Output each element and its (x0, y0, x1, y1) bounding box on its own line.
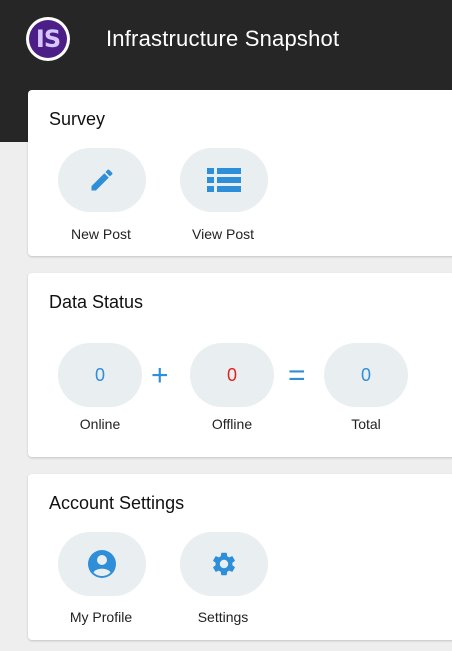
new-post-button[interactable] (58, 148, 146, 212)
settings-button[interactable] (180, 532, 268, 596)
online-count-badge[interactable]: 0 (58, 343, 142, 407)
offline-label: Offline (211, 416, 253, 432)
plus-sign: + (151, 359, 169, 392)
offline-count-badge[interactable]: 0 (190, 343, 274, 407)
account-settings-title: Account Settings (49, 493, 185, 513)
my-profile-button[interactable] (58, 532, 146, 596)
my-profile-label: My Profile (69, 609, 133, 625)
total-count-badge[interactable]: 0 (324, 343, 408, 407)
app-title: Infrastructure Snapshot (106, 26, 340, 51)
data-status-card: Data Status 0 + 0 = 0 Online Offline Tot… (28, 273, 452, 457)
offline-count: 0 (226, 364, 237, 385)
equals-sign: = (288, 359, 306, 392)
account-settings-card: Account Settings My Profile Settings (28, 474, 452, 640)
data-status-title: Data Status (49, 292, 144, 312)
view-post-button[interactable] (180, 148, 268, 212)
total-count: 0 (360, 364, 371, 385)
total-label: Total (351, 416, 381, 432)
online-count: 0 (94, 364, 105, 385)
survey-title: Survey (49, 109, 106, 129)
gear-icon (213, 552, 235, 576)
online-label: Online (79, 416, 121, 432)
user-circle-icon (88, 550, 116, 578)
app-logo-mark: IS (29, 20, 67, 58)
view-post-label: View Post (192, 226, 254, 242)
app-bar-row: IS Infrastructure Snapshot (0, 0, 452, 82)
survey-card: Survey New Post View Post (28, 90, 452, 256)
app-logo: IS (26, 17, 70, 61)
pencil-icon (91, 169, 113, 191)
new-post-label: New Post (71, 226, 131, 242)
list-icon (207, 168, 241, 192)
settings-label: Settings (197, 609, 249, 625)
